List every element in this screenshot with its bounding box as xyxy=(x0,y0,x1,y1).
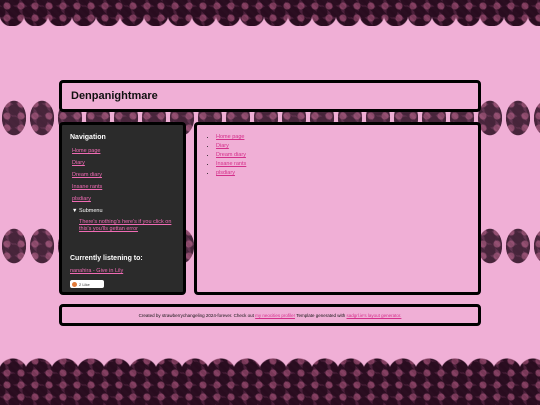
main-content: Home page Diary Dream diary Insane rants… xyxy=(194,122,481,295)
currently-listening-heading: Currently listening to: xyxy=(70,255,143,262)
sidebar: Navigation Home page Diary Dream diary I… xyxy=(59,122,186,295)
site-header: Denpanightmare xyxy=(59,80,481,112)
content-link-diary[interactable]: Diary xyxy=(216,143,229,149)
list-item: Insane rants xyxy=(216,160,470,169)
site-title: Denpanightmare xyxy=(71,90,158,102)
neocities-profile-link[interactable]: my neocities profile! xyxy=(255,313,295,318)
list-item: Dream diary xyxy=(216,151,470,160)
submenu-link[interactable]: There's nothing's here's if you click on… xyxy=(79,219,175,233)
submenu-toggle[interactable]: ▼ Submenu xyxy=(72,208,175,214)
lace-border-top xyxy=(0,0,540,26)
sidebar-item-insane-rants[interactable]: Insane rants xyxy=(72,184,175,190)
site-footer: Created by strawberrychangeling 2024-for… xyxy=(59,304,481,326)
list-item: Diary xyxy=(216,142,470,151)
like-badge[interactable]: 2 Like xyxy=(70,280,104,288)
content-link-plsdiary[interactable]: plsdiary xyxy=(216,170,235,176)
sidebar-item-diary[interactable]: Diary xyxy=(72,160,175,166)
layout-generator-link[interactable]: sadgrl.ie's layout generator. xyxy=(347,313,402,318)
content-link-list: Home page Diary Dream diary Insane rants… xyxy=(205,133,470,178)
like-count: 2 Like xyxy=(79,281,90,287)
content-link-insane-rants[interactable]: Insane rants xyxy=(216,161,246,167)
lace-border-bottom xyxy=(0,355,540,405)
sidebar-item-dream-diary[interactable]: Dream diary xyxy=(72,172,175,178)
footer-text: Template generated with xyxy=(296,312,346,318)
user-avatar-icon xyxy=(72,281,77,287)
content-link-home[interactable]: Home page xyxy=(216,134,244,140)
footer-text: Created by strawberrychangeling 2024-for… xyxy=(138,312,254,318)
navigation-heading: Navigation xyxy=(70,134,106,141)
list-item: Home page xyxy=(216,133,470,142)
now-playing-link[interactable]: nanahira - Give in Lily xyxy=(70,268,175,274)
sidebar-item-plsdiary[interactable]: plsdiary xyxy=(72,196,175,202)
sidebar-item-home[interactable]: Home page xyxy=(72,148,175,154)
content-link-dream-diary[interactable]: Dream diary xyxy=(216,152,246,158)
list-item: plsdiary xyxy=(216,169,470,178)
